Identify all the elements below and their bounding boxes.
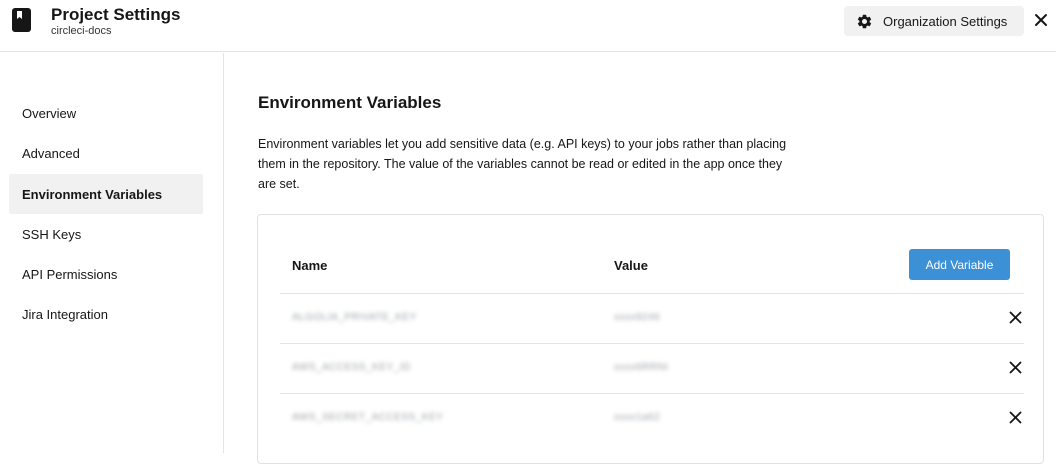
table-row: AWS_ACCESS_KEY_ID xxxx6RRNI: [280, 343, 1024, 393]
variable-name: AWS_ACCESS_KEY_ID: [292, 362, 411, 373]
sidebar: Overview Advanced Environment Variables …: [0, 53, 224, 453]
organization-settings-button[interactable]: Organization Settings: [844, 6, 1024, 36]
close-icon[interactable]: [1033, 12, 1049, 28]
sidebar-item-environment-variables[interactable]: Environment Variables: [9, 174, 203, 214]
section-description: Environment variables let you add sensit…: [258, 137, 787, 191]
delete-variable-icon[interactable]: [1009, 361, 1022, 374]
project-name: circleci-docs: [51, 25, 112, 37]
organization-settings-label: Organization Settings: [883, 13, 1008, 29]
page-title: Project Settings: [51, 5, 181, 24]
column-header-name: Name: [292, 258, 328, 273]
sidebar-item-ssh-keys[interactable]: SSH Keys: [9, 214, 203, 254]
variable-value: xxxx1a62: [614, 412, 661, 423]
delete-variable-icon[interactable]: [1009, 411, 1022, 424]
gear-icon: [857, 14, 872, 28]
sidebar-item-advanced[interactable]: Advanced: [9, 133, 203, 173]
variable-name: AWS_SECRET_ACCESS_KEY: [292, 412, 444, 423]
sidebar-item-api-permissions[interactable]: API Permissions: [9, 254, 203, 294]
table-row: AWS_SECRET_ACCESS_KEY xxxx1a62: [280, 393, 1024, 443]
project-logo-icon: [12, 8, 31, 32]
sidebar-item-jira-integration[interactable]: Jira Integration: [9, 294, 203, 334]
section-title: Environment Variables: [258, 93, 442, 112]
delete-variable-icon[interactable]: [1009, 311, 1022, 324]
variable-value: xxxx6RRNI: [614, 362, 669, 373]
table-row: ALGOLIA_PRIVATE_KEY xxxx9246: [280, 293, 1024, 343]
variable-name: ALGOLIA_PRIVATE_KEY: [292, 312, 417, 323]
variable-value: xxxx9246: [614, 312, 661, 323]
sidebar-item-overview[interactable]: Overview: [9, 93, 203, 133]
column-header-value: Value: [614, 258, 648, 273]
env-vars-table: Name Value Add Variable ALGOLIA_PRIVATE_…: [257, 214, 1044, 464]
page-header: Project Settings circleci-docs Organizat…: [0, 0, 1056, 52]
add-variable-button[interactable]: Add Variable: [909, 249, 1010, 280]
